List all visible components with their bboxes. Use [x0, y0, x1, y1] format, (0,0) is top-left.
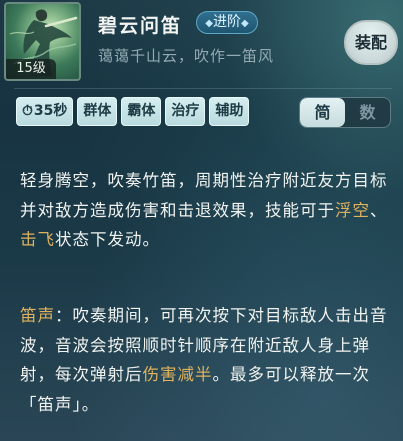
- skill-name: 碧云问笛: [98, 15, 183, 37]
- advanced-tag-label: 进阶: [213, 14, 241, 30]
- cooldown-chip: ⏱ 35秒: [16, 97, 74, 126]
- cooldown-value: 35秒: [33, 103, 68, 119]
- skill-description: 轻身腾空，吹奏竹笛，周期性治疗附近友方目标并对敌方造成伤害和击退效果，技能可于浮…: [20, 166, 392, 255]
- skill-icon: 15级: [4, 2, 81, 81]
- numeric-mode-button[interactable]: 数: [345, 98, 390, 127]
- equip-button[interactable]: 装配: [344, 20, 398, 65]
- description-text: 状态下发动。: [55, 230, 160, 249]
- simple-mode-button[interactable]: 简: [300, 98, 345, 127]
- attribute-chip: 群体: [77, 97, 118, 126]
- highlight-knockup: 击飞: [20, 230, 55, 249]
- highlight-damage-halved: 伤害减半: [142, 365, 213, 384]
- advanced-tag: ◆进阶◆: [196, 11, 258, 34]
- attribute-chip: 霸体: [121, 97, 162, 126]
- diamond-icon: ◆: [205, 18, 213, 29]
- description-mode-toggle: 简 数: [299, 97, 391, 128]
- description-text: 轻身腾空，吹奏竹笛，周期性治疗附近友方目标并对敌方造成伤害和击退效果，技能可于: [20, 171, 388, 220]
- divider: [14, 88, 392, 89]
- highlight-airborne: 浮空: [335, 200, 370, 220]
- diamond-icon: ◆: [241, 18, 249, 29]
- attribute-chip: 治疗: [165, 97, 206, 126]
- description-text: 、: [370, 200, 388, 220]
- skill-detail-panel: 15级 碧云问笛 ◆进阶◆ 蔼蔼千山云，吹作一笛风 装配 ⏱ 35秒 群体 霸体…: [0, 0, 403, 441]
- skill-sub-effect: 笛声：吹奏期间，可再次按下对目标敌人击出音波，音波会按照顺时针顺序在附近敌人身上…: [20, 301, 392, 419]
- level-badge: 15级: [6, 59, 56, 79]
- highlight-flute-sound: 笛声: [20, 306, 55, 325]
- skill-attribute-chips: ⏱ 35秒 群体 霸体 治疗 辅助: [16, 97, 250, 126]
- attribute-chip: 辅助: [209, 97, 250, 126]
- skill-subtitle: 蔼蔼千山云，吹作一笛风: [98, 47, 275, 65]
- clock-icon: ⏱: [22, 103, 33, 119]
